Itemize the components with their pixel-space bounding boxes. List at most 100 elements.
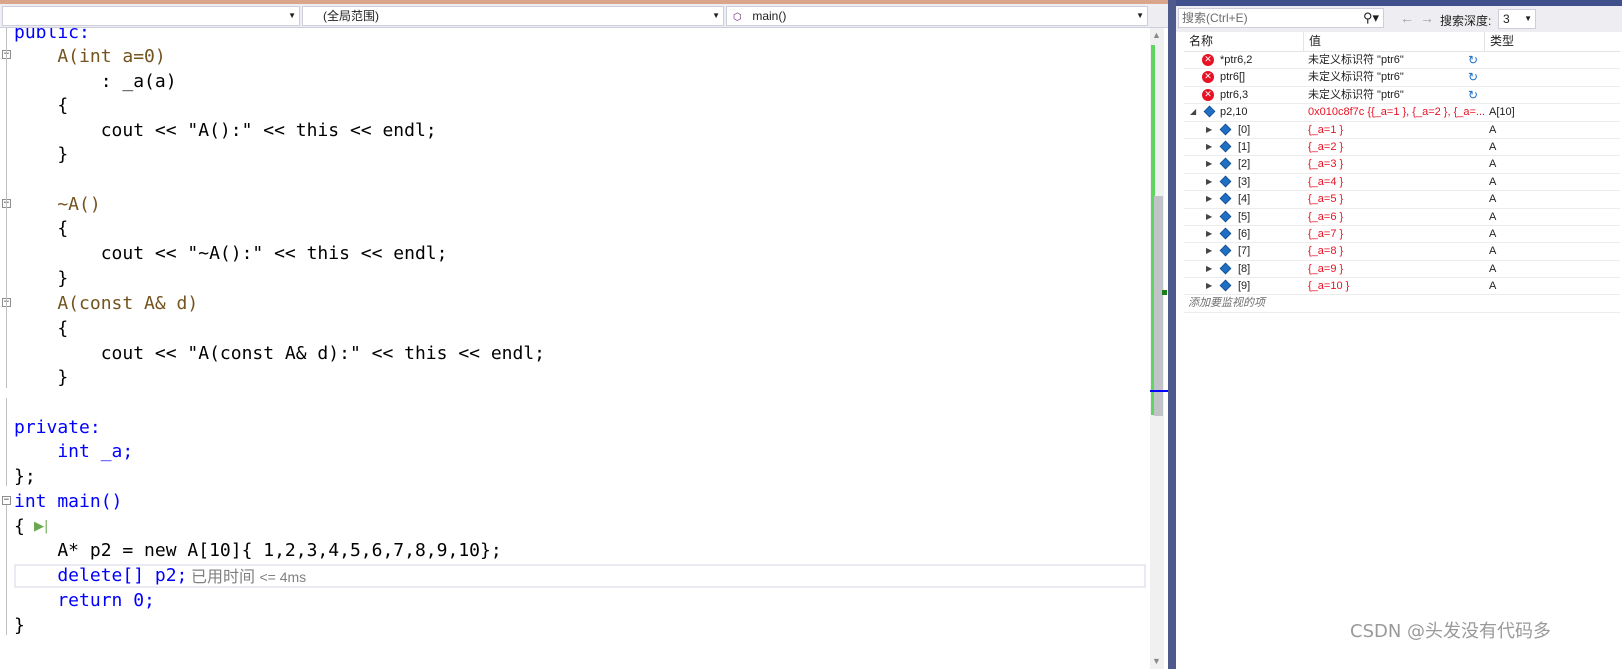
watch-row-child[interactable]: ▶ [7] {_a=8 } A xyxy=(1184,243,1620,261)
watch-row-name: p2,10 xyxy=(1220,106,1248,119)
refresh-icon[interactable]: ↻ xyxy=(1468,52,1478,68)
run-to-cursor-icon[interactable]: ▶| xyxy=(34,519,48,534)
object-icon xyxy=(1219,123,1232,135)
code-line[interactable]: ~A() xyxy=(14,192,100,217)
watch-row-value: 未定义标识符 "ptr6" ↻ xyxy=(1304,52,1485,68)
watch-row-child[interactable]: ▶ [8] {_a=9 } A xyxy=(1184,261,1620,279)
code-line[interactable]: cout << "A(const A& d):" << this << endl… xyxy=(14,341,545,366)
watermark: CSDN @头发没有代码多 xyxy=(1350,621,1552,642)
watch-row-child[interactable]: ▶ [2] {_a=3 } A xyxy=(1184,156,1620,174)
object-icon xyxy=(1219,244,1232,257)
collapse-icon[interactable]: − xyxy=(2,496,11,505)
collapse-triangle-icon[interactable]: ◢ xyxy=(1190,104,1196,120)
watch-row-child[interactable]: ▶ [4] {_a=5 } A xyxy=(1184,191,1620,209)
expand-triangle-icon[interactable]: ▶ xyxy=(1206,226,1212,242)
watch-row-value: {_a=5 } xyxy=(1308,193,1344,206)
code-line[interactable]: private: xyxy=(14,415,101,440)
watch-row-value-text: 未定义标识符 "ptr6" xyxy=(1308,88,1404,101)
code-editor[interactable]: ▼ (全局范围) ▼ ⬡ main() ▼ ╪ − − − − public: … xyxy=(0,0,1207,669)
scope-dropdown[interactable]: (全局范围) ▼ xyxy=(302,6,724,26)
code-line[interactable]: : _a(a) xyxy=(14,69,177,94)
refresh-icon[interactable]: ↻ xyxy=(1468,69,1478,85)
expand-triangle-icon[interactable]: ▶ xyxy=(1206,174,1212,190)
watch-row-child[interactable]: ▶ [0] {_a=1 } A xyxy=(1184,122,1620,139)
watch-search-placeholder: 搜索(Ctrl+E) xyxy=(1182,11,1248,25)
object-icon xyxy=(1219,175,1232,188)
expand-triangle-icon[interactable]: ▶ xyxy=(1206,156,1212,172)
code-line[interactable]: } xyxy=(14,266,68,291)
chevron-down-icon: ▼ xyxy=(288,11,296,20)
search-depth-label: 搜索深度: xyxy=(1440,14,1492,28)
expand-triangle-icon[interactable]: ▶ xyxy=(1206,243,1212,259)
panel-splitter[interactable] xyxy=(1168,0,1176,669)
editor-nav-bar: ▼ (全局范围) ▼ ⬡ main() ▼ ╪ xyxy=(0,0,1207,28)
watch-row-error[interactable]: ✕ ptr6,3 未定义标识符 "ptr6" ↻ xyxy=(1184,87,1620,105)
search-depth-select[interactable]: 3 ▼ xyxy=(1498,9,1536,29)
watch-row-array[interactable]: ◢ p2,10 0x010c8f7c {{_a=1 }, {_a=2 }, {_a… xyxy=(1184,104,1620,122)
perf-tip[interactable]: 已用时间 <= 4ms xyxy=(191,568,306,587)
watch-row-error[interactable]: ✕ *ptr6,2 未定义标识符 "ptr6" ↻ xyxy=(1184,52,1620,70)
code-line-text: { xyxy=(14,318,69,339)
object-icon xyxy=(1219,279,1232,292)
code-line[interactable]: } xyxy=(14,613,25,638)
column-header-type[interactable]: 类型 xyxy=(1485,32,1545,51)
code-line[interactable]: return 0; xyxy=(14,588,155,613)
refresh-icon[interactable]: ↻ xyxy=(1468,87,1478,103)
code-line[interactable]: cout << "~A():" << this << endl; xyxy=(14,241,448,266)
scroll-up-icon[interactable]: ▲ xyxy=(1152,30,1161,40)
expand-triangle-icon[interactable]: ▶ xyxy=(1206,191,1212,207)
arrow-right-icon[interactable]: → xyxy=(1420,10,1434,26)
add-watch-placeholder[interactable]: 添加要监视的项 xyxy=(1188,295,1265,311)
code-line[interactable]: { xyxy=(14,216,68,241)
expand-triangle-icon[interactable]: ▶ xyxy=(1206,261,1212,277)
arrow-left-icon[interactable]: ← xyxy=(1400,10,1414,26)
watch-row-child[interactable]: ▶ [5] {_a=6 } A xyxy=(1184,209,1620,226)
code-line-text: } xyxy=(14,367,69,388)
column-header-value[interactable]: 值 xyxy=(1304,32,1485,51)
code-line[interactable]: } xyxy=(14,365,68,390)
expand-triangle-icon[interactable]: ▶ xyxy=(1206,278,1212,294)
code-line-text: private: xyxy=(14,417,101,438)
code-line[interactable]: int _a; xyxy=(14,439,133,464)
function-dropdown[interactable]: ⬡ main() ▼ xyxy=(726,6,1148,26)
watch-row-name: [9] xyxy=(1238,280,1251,293)
code-line-text: public: xyxy=(14,28,90,43)
code-line[interactable]: }; xyxy=(14,464,36,489)
scrollbar-thumb[interactable] xyxy=(1154,196,1163,416)
code-line[interactable]: { xyxy=(14,316,68,341)
code-line[interactable]: public: xyxy=(14,28,90,45)
code-line[interactable]: { xyxy=(14,514,25,539)
expand-triangle-icon[interactable]: ▶ xyxy=(1206,122,1212,138)
search-icon[interactable]: ⚲▾ xyxy=(1363,9,1379,27)
watch-row-value: {_a=8 } xyxy=(1308,245,1344,258)
code-line[interactable]: A(int a=0) xyxy=(14,44,166,69)
watch-row-error[interactable]: ✕ ptr6[] 未定义标识符 "ptr6" ↻ xyxy=(1184,69,1620,87)
expand-triangle-icon[interactable]: ▶ xyxy=(1206,139,1212,155)
code-line[interactable]: A* p2 = new A[10]{ 1,2,3,4,5,6,7,8,9,10}… xyxy=(14,538,501,563)
watch-row-child[interactable]: ▶ [6] {_a=7 } A xyxy=(1184,226,1620,244)
column-header-name[interactable]: 名称 xyxy=(1184,32,1304,51)
watch-search-input[interactable]: 搜索(Ctrl+E) ⚲▾ xyxy=(1178,8,1384,28)
watch-window[interactable]: 搜索(Ctrl+E) ⚲▾ ← → 搜索深度: 3 ▼ 名称 值 类型 ✕ *pt… xyxy=(1176,0,1622,669)
watch-row-child[interactable]: ▶ [3] {_a=4 } A xyxy=(1184,174,1620,192)
code-line[interactable]: cout << "A():" << this << endl; xyxy=(14,118,437,143)
add-watch-row[interactable]: 添加要监视的项 xyxy=(1184,295,1620,313)
code-line[interactable]: } xyxy=(14,142,68,167)
project-dropdown[interactable]: ▼ xyxy=(2,6,300,26)
watch-row-type xyxy=(1485,52,1545,68)
code-line-text: cout << "~A():" << this << endl; xyxy=(14,243,448,264)
expand-triangle-icon[interactable]: ▶ xyxy=(1206,209,1212,225)
code-line-text: int _a; xyxy=(14,441,134,462)
error-icon: ✕ xyxy=(1202,54,1214,66)
scroll-down-icon[interactable]: ▼ xyxy=(1152,656,1161,666)
code-line[interactable]: { xyxy=(14,93,68,118)
watch-row-name: [3] xyxy=(1238,175,1251,188)
code-line-text: A(int a=0) xyxy=(14,46,166,67)
object-icon xyxy=(1203,105,1216,118)
code-line[interactable]: A(const A& d) xyxy=(14,291,198,316)
watch-row-name: [8] xyxy=(1238,262,1251,275)
code-line[interactable]: int main() xyxy=(14,489,122,514)
watch-row-child[interactable]: ▶ [1] {_a=2 } A xyxy=(1184,139,1620,157)
watch-row-type xyxy=(1485,69,1545,85)
watch-row-child[interactable]: ▶ [9] {_a=10 } A xyxy=(1184,278,1620,296)
